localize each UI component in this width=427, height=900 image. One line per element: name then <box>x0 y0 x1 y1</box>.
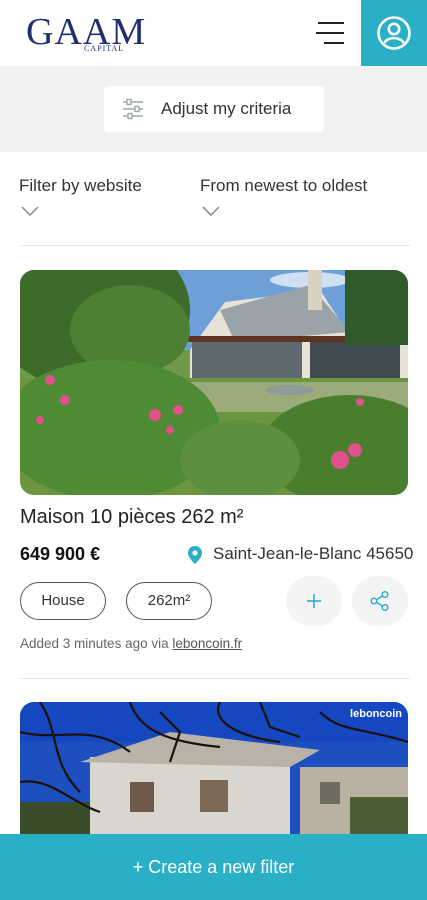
hamburger-icon <box>324 42 344 44</box>
gaam-logo[interactable]: GAAM CAPITAL <box>26 8 145 58</box>
divider <box>20 678 410 679</box>
share-icon <box>370 590 389 612</box>
photo-watermark: leboncoin <box>350 708 402 720</box>
menu-button[interactable] <box>310 14 350 52</box>
hamburger-icon <box>318 22 344 24</box>
user-circle-icon <box>377 16 411 50</box>
adjust-criteria-label: Adjust my criteria <box>161 99 292 118</box>
criteria-band: Adjust my criteria <box>0 66 427 152</box>
create-filter-label: + Create a new filter <box>132 857 295 877</box>
profile-button[interactable] <box>361 0 427 66</box>
website-filter-label: Filter by website <box>19 176 142 195</box>
listing-price: 649 900 € <box>20 544 101 564</box>
map-pin-icon <box>188 546 202 564</box>
source-link[interactable]: leboncoin.fr <box>172 636 242 651</box>
sort-order-label: From newest to oldest <box>200 176 368 195</box>
chevron-down-icon <box>21 206 39 216</box>
listing-title[interactable]: Maison 10 pièces 262 m² <box>20 506 243 529</box>
sort-order-dropdown[interactable]: From newest to oldest <box>200 176 368 216</box>
sliders-icon <box>123 98 143 120</box>
property-type-tag: House <box>20 582 106 620</box>
plus-icon <box>307 594 321 608</box>
hamburger-icon <box>316 32 344 34</box>
logo-sub-text: CAPITAL <box>84 44 125 53</box>
listing-location: Saint-Jean-le-Blanc 45650 <box>188 544 414 566</box>
adjust-criteria-button[interactable]: Adjust my criteria <box>104 86 324 132</box>
added-text: Added 3 minutes ago via <box>20 636 173 651</box>
surface-tag: 262m² <box>126 582 212 620</box>
listing-photo[interactable]: leboncoin <box>20 702 408 834</box>
share-button[interactable] <box>352 576 408 626</box>
house-garden-photo <box>20 270 408 495</box>
divider <box>20 245 410 246</box>
listing-photo[interactable] <box>20 270 408 495</box>
chevron-down-icon <box>202 206 220 216</box>
create-filter-button[interactable]: + Create a new filter <box>0 834 427 900</box>
house-photo: leboncoin <box>20 702 408 834</box>
app-header: GAAM CAPITAL <box>0 0 427 66</box>
location-text: Saint-Jean-le-Blanc 45650 <box>213 544 414 563</box>
add-button[interactable] <box>286 576 342 626</box>
added-info: Added 3 minutes ago via leboncoin.fr <box>20 636 242 651</box>
website-filter-dropdown[interactable]: Filter by website <box>19 176 142 216</box>
